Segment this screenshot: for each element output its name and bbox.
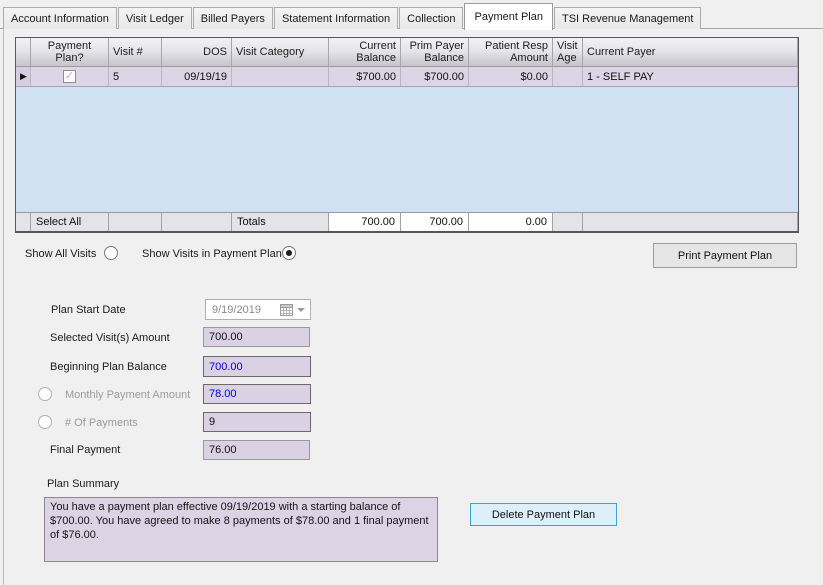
beginning-plan-balance-field[interactable]: 700.00 (203, 356, 311, 377)
row-selector-cell[interactable]: ▶ (16, 67, 31, 86)
column-header-visit-category[interactable]: Visit Category (232, 38, 329, 66)
header-row-selector (16, 38, 31, 66)
column-header-prim-payer-balance[interactable]: Prim Payer Balance (401, 38, 469, 66)
select-all-button[interactable]: Select All (31, 213, 109, 231)
column-header-current-balance[interactable]: Current Balance (329, 38, 401, 66)
column-header-visit-number[interactable]: Visit # (109, 38, 162, 66)
monthly-payment-amount-label: Monthly Payment Amount (65, 389, 190, 401)
prim-payer-total-cell: 700.00 (401, 213, 469, 231)
final-payment-label: Final Payment (50, 444, 120, 456)
patient-resp-amount-cell[interactable]: $0.00 (469, 67, 553, 86)
calendar-icon[interactable] (280, 303, 293, 316)
tab-tsi-revenue-management[interactable]: TSI Revenue Management (554, 7, 701, 29)
footer-empty-cell (162, 213, 232, 231)
footer-empty-cell (553, 213, 583, 231)
plan-start-date-field[interactable]: 9/19/2019 (205, 299, 311, 320)
footer-empty-cell (583, 213, 798, 231)
column-header-visit-age[interactable]: Visit Age (553, 38, 583, 66)
dos-cell[interactable]: 09/19/19 (162, 67, 232, 86)
current-balance-cell[interactable]: $700.00 (329, 67, 401, 86)
show-visits-in-plan-radio[interactable] (282, 246, 296, 260)
plan-summary-label: Plan Summary (47, 478, 119, 490)
monthly-payment-amount-field[interactable]: 78.00 (203, 384, 311, 404)
print-payment-plan-button[interactable]: Print Payment Plan (653, 243, 797, 268)
prim-payer-balance-cell[interactable]: $700.00 (401, 67, 469, 86)
footer-selector-cell (16, 213, 31, 231)
monthly-payment-amount-radio[interactable] (38, 387, 52, 401)
number-of-payments-field[interactable]: 9 (203, 412, 311, 432)
tab-account-information[interactable]: Account Information (3, 7, 117, 29)
tab-page-border (3, 29, 4, 585)
column-header-current-payer[interactable]: Current Payer (583, 38, 798, 66)
tab-statement-information[interactable]: Statement Information (274, 7, 398, 29)
visit-age-cell[interactable] (553, 67, 583, 86)
selected-visits-amount-label: Selected Visit(s) Amount (50, 332, 170, 344)
current-row-indicator-icon: ▶ (20, 72, 27, 81)
number-of-payments-radio[interactable] (38, 415, 52, 429)
final-payment-field[interactable]: 76.00 (203, 440, 310, 460)
payment-plan-screen: Account Information Visit Ledger Billed … (0, 0, 823, 585)
show-all-visits-label: Show All Visits (25, 248, 96, 260)
visits-grid: Payment Plan? Visit # DOS Visit Category… (15, 37, 799, 233)
visit-number-cell[interactable]: 5 (109, 67, 162, 86)
column-header-payment-plan[interactable]: Payment Plan? (31, 38, 109, 66)
column-header-patient-resp-amount[interactable]: Patient Resp Amount (469, 38, 553, 66)
grid-header-row: Payment Plan? Visit # DOS Visit Category… (16, 38, 798, 67)
grid-empty-area (16, 87, 798, 212)
tab-visit-ledger[interactable]: Visit Ledger (118, 7, 192, 29)
tab-payment-plan[interactable]: Payment Plan (464, 3, 552, 30)
plan-start-date-label: Plan Start Date (51, 304, 126, 316)
column-header-dos[interactable]: DOS (162, 38, 232, 66)
table-row[interactable]: ▶ ✓ 5 09/19/19 $700.00 $700.00 $0.00 1 -… (16, 67, 798, 87)
current-balance-total-cell: 700.00 (329, 213, 401, 231)
tab-collection[interactable]: Collection (399, 7, 463, 29)
patient-resp-total-cell: 0.00 (469, 213, 553, 231)
payment-plan-checkbox-cell[interactable]: ✓ (31, 67, 109, 86)
show-visits-in-plan-label: Show Visits in Payment Plan (142, 248, 282, 260)
tab-billed-payers[interactable]: Billed Payers (193, 7, 273, 29)
plan-start-date-value: 9/19/2019 (212, 304, 261, 316)
current-payer-cell[interactable]: 1 - SELF PAY (583, 67, 798, 86)
totals-label-cell: Totals (232, 213, 329, 231)
visit-category-cell[interactable] (232, 67, 329, 86)
date-dropdown-arrow-icon[interactable] (297, 308, 305, 312)
selected-visits-amount-field[interactable]: 700.00 (203, 327, 310, 347)
footer-empty-cell (109, 213, 162, 231)
tab-bar: Account Information Visit Ledger Billed … (0, 0, 823, 29)
beginning-plan-balance-label: Beginning Plan Balance (50, 361, 167, 373)
grid-totals-row: Select All Totals 700.00 700.00 0.00 (16, 212, 798, 231)
number-of-payments-label: # Of Payments (65, 417, 138, 429)
checkbox-checked-icon[interactable]: ✓ (63, 70, 76, 83)
plan-summary-text: You have a payment plan effective 09/19/… (44, 497, 438, 562)
delete-payment-plan-button[interactable]: Delete Payment Plan (470, 503, 617, 526)
show-all-visits-radio[interactable] (104, 246, 118, 260)
